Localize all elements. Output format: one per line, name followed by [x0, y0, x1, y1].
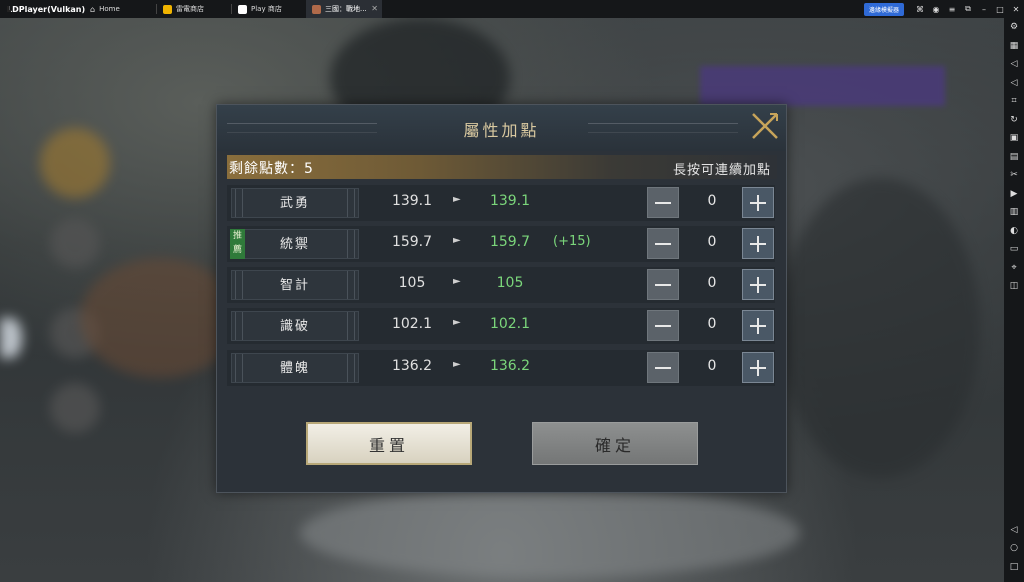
- attribute-name: 體魄: [279, 361, 310, 376]
- record-icon[interactable]: ▣: [1004, 129, 1024, 148]
- added-count: 0: [707, 193, 717, 209]
- apk-icon[interactable]: ▤: [1004, 148, 1024, 167]
- new-value: 139.1: [489, 193, 531, 209]
- plus-button[interactable]: [742, 269, 774, 300]
- attribute-name: 統禦: [279, 237, 310, 252]
- minus-button[interactable]: [647, 269, 679, 300]
- maximize-icon[interactable]: □: [992, 0, 1008, 18]
- store-icon: [163, 4, 172, 14]
- minus-button[interactable]: [647, 310, 679, 341]
- tab-label: 雷電商店: [176, 5, 204, 13]
- dialog-title: 屬性加點: [463, 121, 540, 140]
- game-icon: [312, 4, 321, 14]
- minus-button[interactable]: [647, 187, 679, 218]
- minimize-icon[interactable]: –: [976, 0, 992, 18]
- plus-button[interactable]: [742, 310, 774, 341]
- tab-home[interactable]: ⌂ Home: [84, 0, 156, 18]
- current-value: 105: [398, 275, 426, 291]
- arrow-icon: ►: [453, 317, 461, 328]
- folder-icon[interactable]: ▭: [1004, 240, 1024, 259]
- remaining-points-bar: 剩餘點數：5 長按可連續加點: [227, 155, 777, 179]
- avatar-blur: [40, 128, 110, 198]
- attribute-points-dialog: 屬性加點 剩餘點數：5 長按可連續加點 武勇 139.1 ► 139.1 0 統…: [216, 104, 787, 493]
- sync-icon[interactable]: ▥: [1004, 203, 1024, 222]
- added-count: 0: [707, 234, 717, 250]
- tab-label: Home: [99, 5, 120, 13]
- arrow-icon: ►: [453, 276, 461, 287]
- close-window-icon[interactable]: ✕: [1008, 0, 1024, 18]
- current-value: 139.1: [391, 193, 433, 209]
- scissors-icon[interactable]: ✂: [1004, 166, 1024, 185]
- dialog-header: 屬性加點: [217, 105, 786, 151]
- current-value: 136.2: [391, 358, 433, 374]
- tab-game[interactable]: 三國：戰地... ✕: [306, 0, 382, 18]
- recent-apps-icon[interactable]: □: [1004, 558, 1024, 577]
- arrow-icon: ►: [453, 194, 461, 205]
- added-count: 0: [707, 275, 717, 291]
- recommend-badge: 推薦: [230, 229, 245, 259]
- new-value: 159.7: [489, 234, 531, 250]
- new-value: 105: [496, 275, 524, 291]
- boost-button[interactable]: 邊緣模擬器: [863, 2, 904, 16]
- attribute-name: 識破: [279, 319, 310, 334]
- multi-instance-icon[interactable]: ◐: [1004, 222, 1024, 241]
- emulator-sidebar: ⚙ ▦ ◁ ◁ ⌗ ↻ ▣ ▤ ✂ ▶ ▥ ◐ ▭ ⌖ ◫ ◁ ○ □: [1004, 18, 1024, 582]
- tab-label: Play 商店: [251, 5, 282, 13]
- account-icon[interactable]: ◉: [928, 0, 944, 18]
- app-brand: LDPlayer(Vulkan): [0, 4, 86, 14]
- attribute-row: 識破 102.1 ► 102.1 0: [227, 308, 775, 344]
- keyboard-icon[interactable]: ▦: [1004, 37, 1024, 56]
- event-banner: [700, 66, 945, 106]
- home-icon: ⌂: [90, 4, 96, 14]
- tab-play-store[interactable]: Play 商店: [232, 0, 306, 18]
- new-value: 102.1: [489, 316, 531, 332]
- tab-label: 三國：戰地...: [325, 5, 367, 13]
- plus-button[interactable]: [742, 228, 774, 259]
- gamepad-icon[interactable]: ⌘: [912, 0, 928, 18]
- menu-icon[interactable]: ≡: [944, 0, 960, 18]
- macro-icon[interactable]: ▶: [1004, 185, 1024, 204]
- location-icon[interactable]: ⌖: [1004, 259, 1024, 278]
- volume-up-icon[interactable]: ◁: [1004, 55, 1024, 74]
- minus-button[interactable]: [647, 228, 679, 259]
- back-icon[interactable]: ◁: [1004, 521, 1024, 540]
- minus-button[interactable]: [647, 352, 679, 383]
- confirm-button[interactable]: 確定: [532, 422, 698, 465]
- emulator-title-bar: LDPlayer(Vulkan) ⌂ Home 雷電商店 Play 商店 三國：…: [0, 0, 1024, 18]
- attribute-row: 智計 105 ► 105 0: [227, 267, 775, 303]
- volume-down-icon[interactable]: ◁: [1004, 74, 1024, 93]
- shake-icon[interactable]: ◫: [1004, 277, 1024, 296]
- tab-close-icon[interactable]: ✕: [371, 4, 378, 13]
- attribute-name: 智計: [279, 278, 310, 293]
- attribute-row: 統禦 推薦 159.7 ► 159.7 (+15) 0: [227, 226, 775, 262]
- added-count: 0: [707, 316, 717, 332]
- attribute-row: 武勇 139.1 ► 139.1 0: [227, 185, 775, 221]
- app-name: LDPlayer(Vulkan): [7, 4, 86, 14]
- settings-icon[interactable]: ⚙: [1004, 18, 1024, 37]
- home-nav-icon[interactable]: ○: [1004, 539, 1024, 558]
- plus-button[interactable]: [742, 352, 774, 383]
- attribute-row: 體魄 136.2 ► 136.2 0: [227, 350, 775, 386]
- float-button-icon[interactable]: [0, 318, 22, 358]
- remaining-points: 剩餘點數：5: [229, 161, 314, 177]
- new-value: 136.2: [489, 358, 531, 374]
- screenshot-icon[interactable]: ⌗: [1004, 92, 1024, 111]
- bonus-value: (+15): [553, 234, 591, 249]
- hold-hint: 長按可連續加點: [672, 163, 771, 178]
- arrow-icon: ►: [453, 359, 461, 370]
- plus-button[interactable]: [742, 187, 774, 218]
- tab-store[interactable]: 雷電商店: [157, 0, 231, 18]
- rotate-icon[interactable]: ↻: [1004, 111, 1024, 130]
- close-icon[interactable]: [750, 111, 780, 141]
- reset-button[interactable]: 重置: [306, 422, 472, 465]
- arrow-icon: ►: [453, 235, 461, 246]
- current-value: 159.7: [391, 234, 433, 250]
- restore-icon[interactable]: ⧉: [960, 0, 976, 18]
- play-store-icon: [238, 4, 247, 14]
- attribute-name: 武勇: [279, 196, 310, 211]
- added-count: 0: [707, 358, 717, 374]
- current-value: 102.1: [391, 316, 433, 332]
